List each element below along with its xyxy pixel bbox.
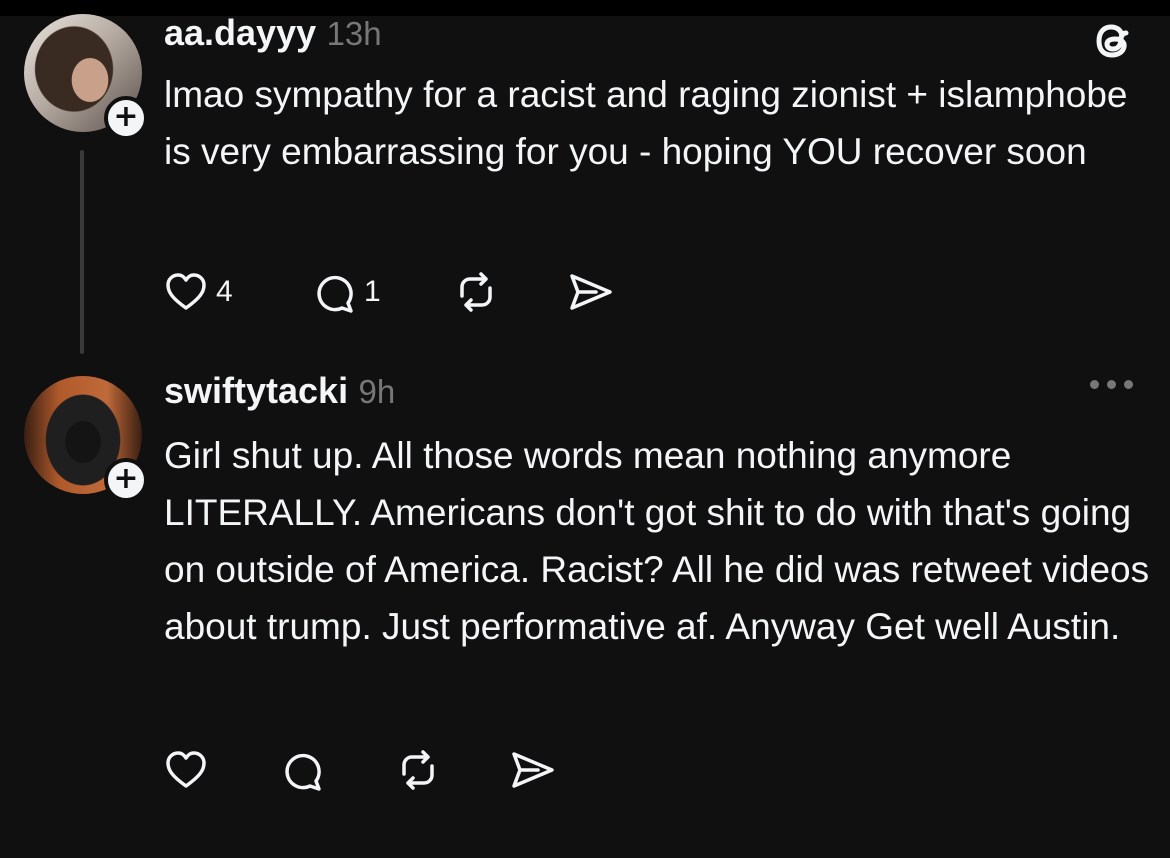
like-button[interactable]	[164, 746, 208, 794]
repost-icon	[402, 750, 434, 790]
timestamp: 9h	[358, 373, 396, 410]
reply-count: 1	[364, 275, 381, 308]
username[interactable]: swiftytacki	[164, 370, 348, 411]
post-text: Girl shut up. All those words mean nothi…	[164, 435, 1150, 647]
repost-button[interactable]	[454, 268, 498, 316]
post-header: swiftytacki 9h	[164, 370, 395, 412]
comment-icon	[285, 753, 321, 791]
heart-icon	[166, 273, 206, 310]
dot	[1090, 380, 1099, 389]
share-button[interactable]	[508, 746, 556, 794]
post-header: aa.dayyy 13h	[164, 12, 382, 54]
comment-icon	[317, 275, 353, 313]
thread-connector-line	[80, 150, 84, 354]
follow-plus-button[interactable]: +	[104, 458, 148, 502]
share-icon	[512, 752, 554, 788]
reply-button[interactable]: 1	[312, 268, 381, 316]
like-count: 4	[216, 275, 233, 308]
reply-button[interactable]	[280, 746, 324, 794]
heart-icon	[166, 751, 206, 788]
dot	[1107, 380, 1116, 389]
repost-icon	[460, 272, 492, 312]
repost-button[interactable]	[396, 746, 440, 794]
dot	[1124, 380, 1133, 389]
timestamp: 13h	[326, 15, 382, 52]
share-button[interactable]	[566, 268, 614, 316]
threads-logo-icon[interactable]	[1088, 16, 1138, 71]
post-text: lmao sympathy for a racist and raging zi…	[164, 74, 1128, 172]
follow-plus-button[interactable]: +	[104, 96, 148, 140]
more-options-icon[interactable]	[1090, 380, 1133, 389]
like-button[interactable]: 4	[164, 268, 233, 316]
username[interactable]: aa.dayyy	[164, 12, 316, 53]
share-icon	[570, 274, 612, 310]
